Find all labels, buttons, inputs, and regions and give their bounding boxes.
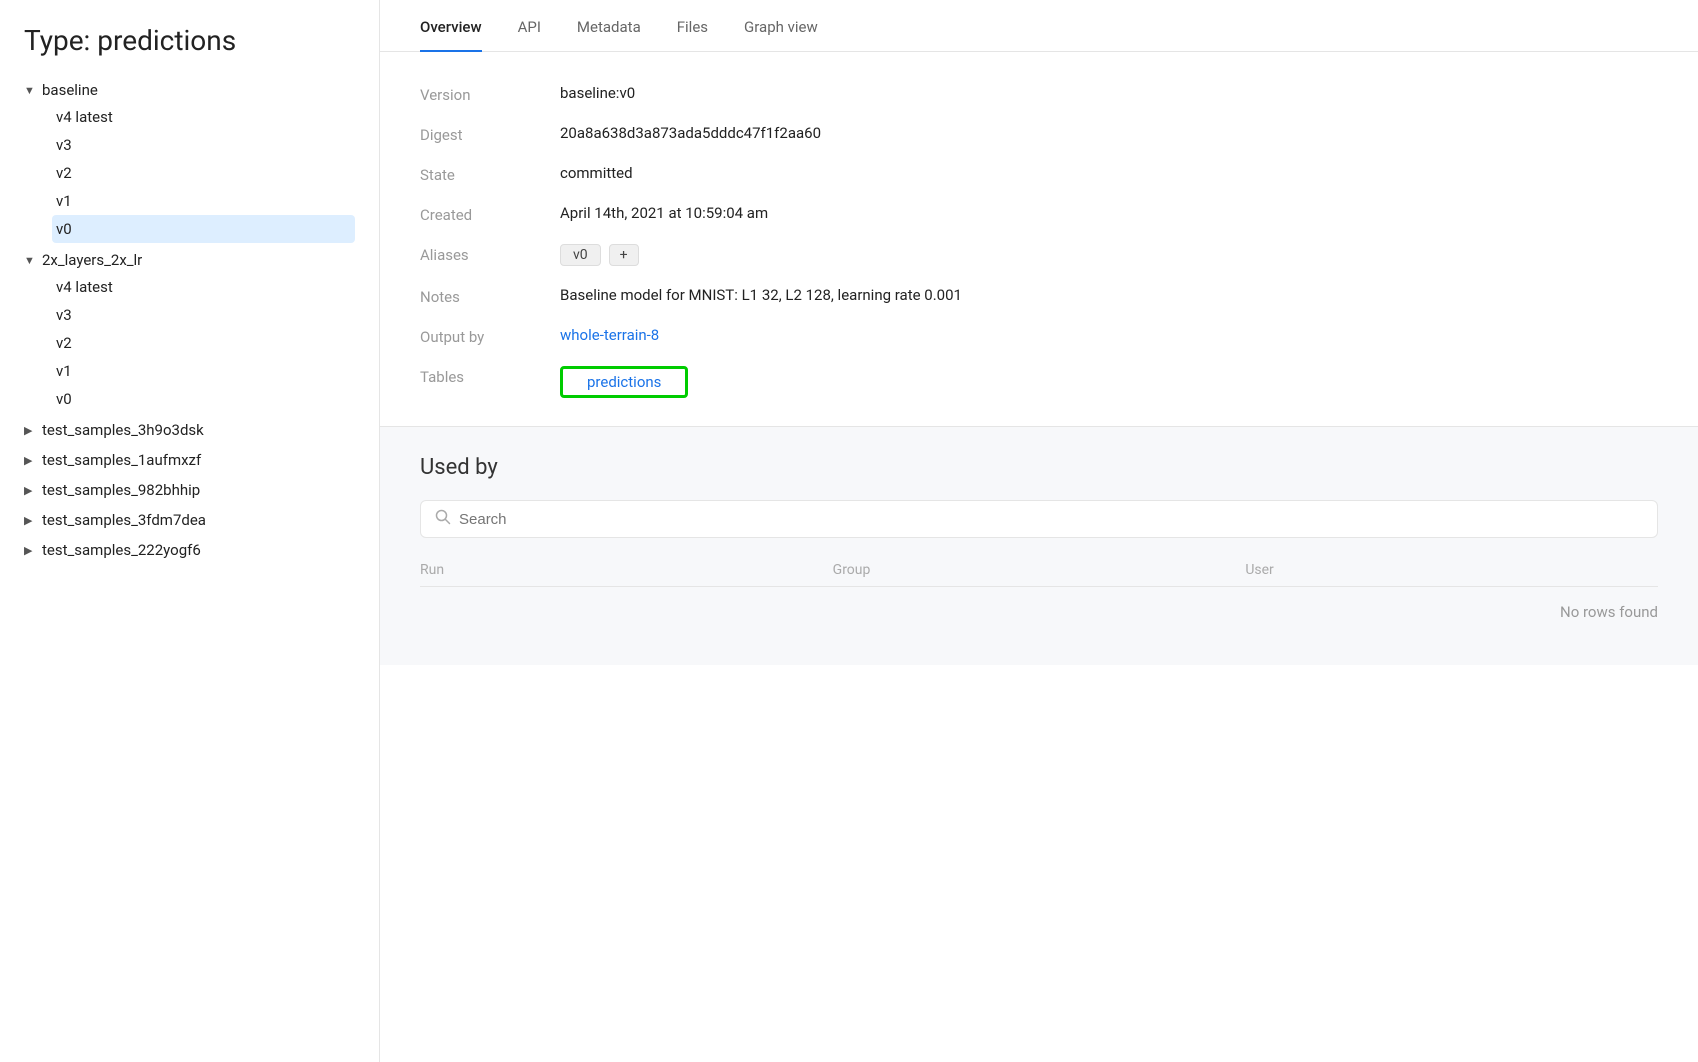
predictions-link[interactable]: predictions <box>560 366 688 398</box>
created-value: April 14th, 2021 at 10:59:04 am <box>560 204 1658 222</box>
content-area: Version baseline:v0 Digest 20a8a638d3a87… <box>380 52 1698 1062</box>
version-value: baseline:v0 <box>560 84 1658 102</box>
table-header: Run Group User <box>420 554 1658 587</box>
list-item[interactable]: v4 latest <box>52 273 355 301</box>
notes-label: Notes <box>420 286 560 306</box>
created-label: Created <box>420 204 560 224</box>
list-item[interactable]: v3 <box>52 301 355 329</box>
tree-section-baseline: ▼ baseline v4 latest v3 v2 v1 v0 <box>24 77 379 243</box>
collapse-arrow-baseline: ▼ <box>24 84 36 97</box>
digest-label: Digest <box>420 124 560 144</box>
list-item[interactable]: v0 <box>52 385 355 413</box>
tree-children-2x-layers: v4 latest v3 v2 v1 v0 <box>24 273 379 413</box>
tab-api[interactable]: API <box>518 0 541 52</box>
output-by-value: whole-terrain-8 <box>560 326 1658 344</box>
tree-children-baseline: v4 latest v3 v2 v1 v0 <box>24 103 379 243</box>
expand-arrow-icon: ▶ <box>24 514 36 527</box>
tab-graph-view[interactable]: Graph view <box>744 0 818 52</box>
tree-parent-2x-layers[interactable]: ▼ 2x_layers_2x_lr <box>24 247 379 273</box>
tab-overview[interactable]: Overview <box>420 0 482 52</box>
output-by-link[interactable]: whole-terrain-8 <box>560 326 659 344</box>
state-value: committed <box>560 164 1658 182</box>
sidebar: Type: predictions ▼ baseline v4 latest v… <box>0 0 380 1062</box>
tree-collapsed-test-samples-1aufmxzf[interactable]: ▶ test_samples_1aufmxzf <box>24 447 379 473</box>
list-item-active[interactable]: v0 <box>52 215 355 243</box>
tree-parent-label-2x-layers: 2x_layers_2x_lr <box>42 251 142 269</box>
notes-value: Baseline model for MNIST: L1 32, L2 128,… <box>560 286 1658 304</box>
tables-value: predictions <box>560 366 1658 398</box>
tab-files[interactable]: Files <box>677 0 708 52</box>
list-item[interactable]: v4 latest <box>52 103 355 131</box>
tree-collapsed-test-samples-3fdm7dea[interactable]: ▶ test_samples_3fdm7dea <box>24 507 379 533</box>
tree-collapsed-test-samples-982bhhip[interactable]: ▶ test_samples_982bhhip <box>24 477 379 503</box>
tab-bar: Overview API Metadata Files Graph view <box>380 0 1698 52</box>
tables-label: Tables <box>420 366 560 386</box>
version-label: Version <box>420 84 560 104</box>
aliases-row: v0 + <box>560 244 1658 266</box>
list-item[interactable]: v1 <box>52 187 355 215</box>
aliases-label: Aliases <box>420 244 560 264</box>
tree-parent-label: test_samples_982bhhip <box>42 481 200 499</box>
expand-arrow-icon: ▶ <box>24 424 36 437</box>
list-item[interactable]: v2 <box>52 159 355 187</box>
tree-parent-label: test_samples_3fdm7dea <box>42 511 206 529</box>
used-by-title: Used by <box>420 455 1658 480</box>
search-input[interactable] <box>459 511 1643 528</box>
aliases-value: v0 + <box>560 244 1658 266</box>
search-box <box>420 500 1658 538</box>
expand-arrow-icon: ▶ <box>24 454 36 467</box>
alias-add-button[interactable]: + <box>609 244 639 266</box>
tree-collapsed-test-samples-222yogf6[interactable]: ▶ test_samples_222yogf6 <box>24 537 379 563</box>
tree-parent-baseline[interactable]: ▼ baseline <box>24 77 379 103</box>
overview-section: Version baseline:v0 Digest 20a8a638d3a87… <box>380 52 1698 427</box>
column-header-user: User <box>1245 562 1658 578</box>
column-header-group: Group <box>833 562 1246 578</box>
collapse-arrow-2x-layers: ▼ <box>24 254 36 267</box>
tab-metadata[interactable]: Metadata <box>577 0 641 52</box>
tree-parent-label: test_samples_222yogf6 <box>42 541 201 559</box>
meta-table: Version baseline:v0 Digest 20a8a638d3a87… <box>420 84 1658 398</box>
page-title: Type: predictions <box>24 24 379 57</box>
tree-parent-label: test_samples_1aufmxzf <box>42 451 201 469</box>
main-content: Overview API Metadata Files Graph view V… <box>380 0 1698 1062</box>
alias-badge-v0: v0 <box>560 244 601 266</box>
expand-arrow-icon: ▶ <box>24 544 36 557</box>
tree-collapsed-test-samples-3h9o3dsk[interactable]: ▶ test_samples_3h9o3dsk <box>24 417 379 443</box>
expand-arrow-icon: ▶ <box>24 484 36 497</box>
tree-section-2x-layers: ▼ 2x_layers_2x_lr v4 latest v3 v2 v1 v0 <box>24 247 379 413</box>
list-item[interactable]: v2 <box>52 329 355 357</box>
state-label: State <box>420 164 560 184</box>
no-rows-message: No rows found <box>420 587 1658 637</box>
tree-parent-label-baseline: baseline <box>42 81 98 99</box>
search-icon <box>435 509 451 529</box>
digest-value: 20a8a638d3a873ada5dddc47f1f2aa60 <box>560 124 1658 142</box>
list-item[interactable]: v3 <box>52 131 355 159</box>
tree-parent-label: test_samples_3h9o3dsk <box>42 421 204 439</box>
output-by-label: Output by <box>420 326 560 346</box>
column-header-run: Run <box>420 562 833 578</box>
list-item[interactable]: v1 <box>52 357 355 385</box>
used-by-section: Used by Run Group User No rows found <box>380 427 1698 665</box>
